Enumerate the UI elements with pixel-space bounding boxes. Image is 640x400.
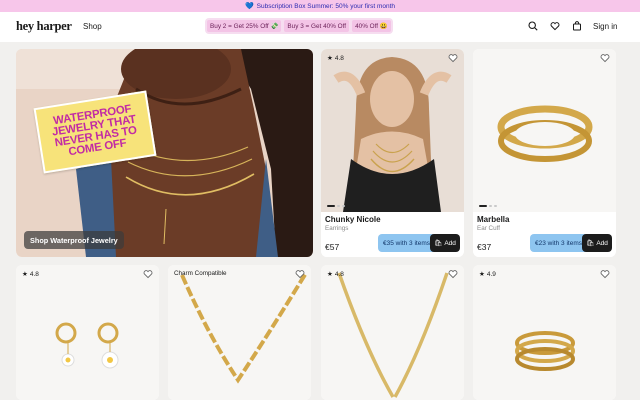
product-card-daisy-hoops[interactable]: ★ 4.8 <box>16 265 159 400</box>
product-photo <box>168 265 311 400</box>
product-price: €37 <box>477 242 492 252</box>
heart-icon[interactable] <box>549 20 561 32</box>
product-card-stacked-ring[interactable]: ★ 4.9 <box>473 265 616 400</box>
product-name[interactable]: Chunky Nicole <box>325 215 381 224</box>
product-type: Ear Cuff <box>477 225 500 232</box>
wishlist-heart-icon[interactable] <box>600 53 610 63</box>
add-label: Add <box>596 239 608 247</box>
product-price: €57 <box>325 242 340 252</box>
announcement-bar[interactable]: 💙 Subscription Box Summer: 50% your firs… <box>0 0 640 12</box>
product-photo <box>473 265 616 400</box>
promo-strip: Buy 2 = Get 25% Off 💸 Buy 3 = Get 40% Of… <box>205 18 393 34</box>
product-type: Earrings <box>325 225 349 232</box>
product-photo <box>321 49 464 212</box>
product-card-chunky-nicole[interactable]: ★ 4.8 Chunky Nicole Earrings €57 €35 wit… <box>321 49 464 257</box>
bag-icon: 🛍 <box>586 240 595 247</box>
shop-waterproof-button[interactable]: Shop Waterproof Jewelry <box>24 231 124 249</box>
wishlist-heart-icon[interactable] <box>448 53 458 63</box>
search-icon[interactable] <box>527 20 539 32</box>
star-icon: ★ <box>22 271 28 278</box>
promo-40-off[interactable]: 40% Off 😃 <box>352 20 391 32</box>
sticker-text: WATERPROOF JEWELRY THAT NEVER HAS TO COM… <box>51 103 138 159</box>
add-to-bag-button[interactable]: 🛍 Add <box>582 234 612 252</box>
heart-icon: 💙 <box>244 3 254 10</box>
promo-buy-2[interactable]: Buy 2 = Get 25% Off 💸 <box>207 20 282 32</box>
add-to-bag-button[interactable]: 🛍 Add <box>430 234 460 252</box>
shop-nav-link[interactable]: Shop <box>83 22 102 31</box>
star-icon: ★ <box>479 271 485 278</box>
rating-value: 4.9 <box>486 270 496 278</box>
product-info: Chunky Nicole Earrings €57 €35 with 3 it… <box>321 212 464 257</box>
site-header: hey harper Shop Buy 2 = Get 25% Off 💸 Bu… <box>0 12 640 42</box>
rating-value: 4.8 <box>334 54 344 62</box>
product-photo <box>321 265 464 400</box>
rating-value: 4.8 <box>334 270 344 278</box>
rating: ★ 4.8 <box>327 270 344 279</box>
bag-icon: 🛍 <box>434 240 443 247</box>
brand-logo[interactable]: hey harper <box>16 19 72 34</box>
image-carousel-dots[interactable] <box>327 205 345 207</box>
promo-buy-3[interactable]: Buy 3 = Get 40% Off <box>284 20 350 32</box>
wishlist-heart-icon[interactable] <box>295 269 305 279</box>
rating-value: 4.8 <box>29 270 39 278</box>
add-label: Add <box>444 239 456 247</box>
hero-banner[interactable]: WATERPROOF JEWELRY THAT NEVER HAS TO COM… <box>16 49 313 257</box>
product-card-paperclip-chain[interactable]: Charm Compatible <box>168 265 311 400</box>
product-info: Marbella Ear Cuff €37 €23 with 3 items 🛍… <box>473 212 616 257</box>
rating: ★ 4.9 <box>479 270 496 279</box>
product-photo <box>16 265 159 400</box>
bundle-price-badge[interactable]: €23 with 3 items <box>530 234 588 252</box>
product-card-marbella[interactable]: Marbella Ear Cuff €37 €23 with 3 items 🛍… <box>473 49 616 257</box>
image-carousel-dots[interactable] <box>479 205 497 207</box>
charm-compatible-badge: Charm Compatible <box>174 270 227 277</box>
product-name[interactable]: Marbella <box>477 215 509 224</box>
product-photo <box>473 49 616 212</box>
bundle-price-badge[interactable]: €35 with 3 items <box>378 234 436 252</box>
sign-in-link[interactable]: Sign in <box>593 22 617 31</box>
bag-icon[interactable] <box>571 20 583 32</box>
announcement-text: Subscription Box Summer: 50% your first … <box>256 2 396 10</box>
wishlist-heart-icon[interactable] <box>448 269 458 279</box>
product-card-box-chain[interactable]: ★ 4.8 <box>321 265 464 400</box>
star-icon: ★ <box>327 271 333 278</box>
star-icon: ★ <box>327 55 333 62</box>
wishlist-heart-icon[interactable] <box>143 269 153 279</box>
rating: ★ 4.8 <box>22 270 39 279</box>
rating: ★ 4.8 <box>327 54 344 63</box>
wishlist-heart-icon[interactable] <box>600 269 610 279</box>
